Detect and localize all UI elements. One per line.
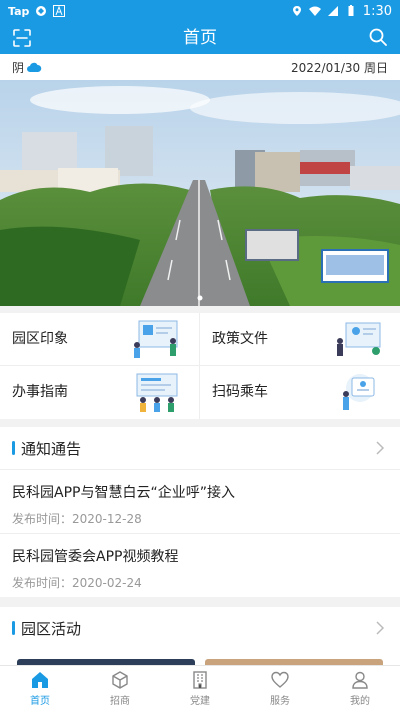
home-icon [32, 672, 48, 688]
heart-icon [271, 671, 289, 688]
sync-icon [36, 6, 47, 16]
section-title: 园区活动 [21, 619, 82, 638]
tab-label: 党建 [190, 696, 210, 707]
bottom-tab-bar: 首页 招商 党建 服务 我的 [0, 665, 400, 711]
cloud-icon [27, 62, 42, 72]
tab-label: 我的 [350, 696, 370, 707]
location-icon [292, 6, 301, 16]
grid-item-scan-ride[interactable]: 扫码乘车 [200, 366, 400, 419]
notice-section-header[interactable]: 通知通告 [0, 427, 400, 469]
section-accent-bar [12, 441, 15, 455]
team-illustration-icon [136, 373, 178, 412]
app-bar: 首页 [0, 22, 400, 54]
grid-item-label: 扫码乘车 [212, 384, 268, 400]
tab-investment[interactable]: 招商 [80, 666, 160, 711]
user-icon [352, 671, 368, 689]
signal-icon [327, 6, 338, 16]
carrier-label: Tap [8, 4, 30, 18]
notice-item[interactable]: 民科园APP与智慧白云“企业呼”接入 发布时间：2020-12-28 [0, 469, 400, 533]
activity-section: 园区活动 [0, 607, 400, 659]
notice-section: 通知通告 民科园APP与智慧白云“企业呼”接入 发布时间：2020-12-28 … [0, 427, 400, 597]
section-accent-bar [12, 621, 15, 635]
weather-text: 阴 [12, 60, 25, 75]
chevron-right-icon[interactable] [374, 440, 386, 456]
battery-icon [348, 5, 354, 16]
banner-image[interactable] [0, 80, 400, 306]
grid-item-label: 园区印象 [12, 331, 68, 347]
activity-section-header[interactable]: 园区活动 [0, 607, 400, 649]
grid-item-label: 办事指南 [12, 384, 68, 400]
tab-label: 招商 [110, 696, 130, 707]
grid-item-park-impression[interactable]: 园区印象 [0, 313, 200, 366]
grid-item-service-guide[interactable]: 办事指南 [0, 366, 200, 419]
wifi-icon [308, 6, 321, 16]
font-icon [53, 5, 66, 17]
quick-access-grid: 园区印象 政策文件 办事指南 扫码乘车 [0, 313, 400, 419]
tab-label: 首页 [30, 696, 50, 707]
notice-item[interactable]: 民科园管委会APP视频教程 发布时间：2020-02-24 [0, 533, 400, 597]
tab-home[interactable]: 首页 [0, 666, 80, 711]
tab-me[interactable]: 我的 [320, 666, 400, 711]
building-icon [193, 671, 207, 689]
presentation-illustration-icon [134, 320, 178, 358]
user-card-illustration-icon [343, 374, 375, 410]
carousel-indicator [197, 295, 203, 301]
tab-party[interactable]: 党建 [160, 666, 240, 711]
notice-title: 民科园管委会APP视频教程 [12, 549, 179, 565]
cube-icon [112, 671, 128, 689]
page-title: 首页 [183, 28, 217, 48]
tab-service[interactable]: 服务 [240, 666, 320, 711]
status-bar: Tap 1:30 [0, 0, 400, 22]
notice-date: 发布时间：2020-02-24 [12, 576, 142, 590]
clock: 1:30 [362, 3, 392, 19]
search-icon[interactable] [368, 27, 388, 47]
notice-date: 发布时间：2020-12-28 [12, 512, 142, 526]
tab-label: 服务 [270, 696, 290, 707]
date-text: 2022/01/30 周日 [291, 60, 388, 75]
aerial-park-photo [0, 80, 400, 306]
grid-item-policy-docs[interactable]: 政策文件 [200, 313, 400, 366]
chevron-right-icon[interactable] [374, 620, 386, 636]
grid-item-label: 政策文件 [212, 331, 268, 347]
weather-date-bar: 阴 2022/01/30 周日 [0, 54, 400, 80]
document-illustration-icon [337, 322, 381, 356]
section-title: 通知通告 [21, 439, 82, 458]
notice-title: 民科园APP与智慧白云“企业呼”接入 [12, 485, 235, 501]
